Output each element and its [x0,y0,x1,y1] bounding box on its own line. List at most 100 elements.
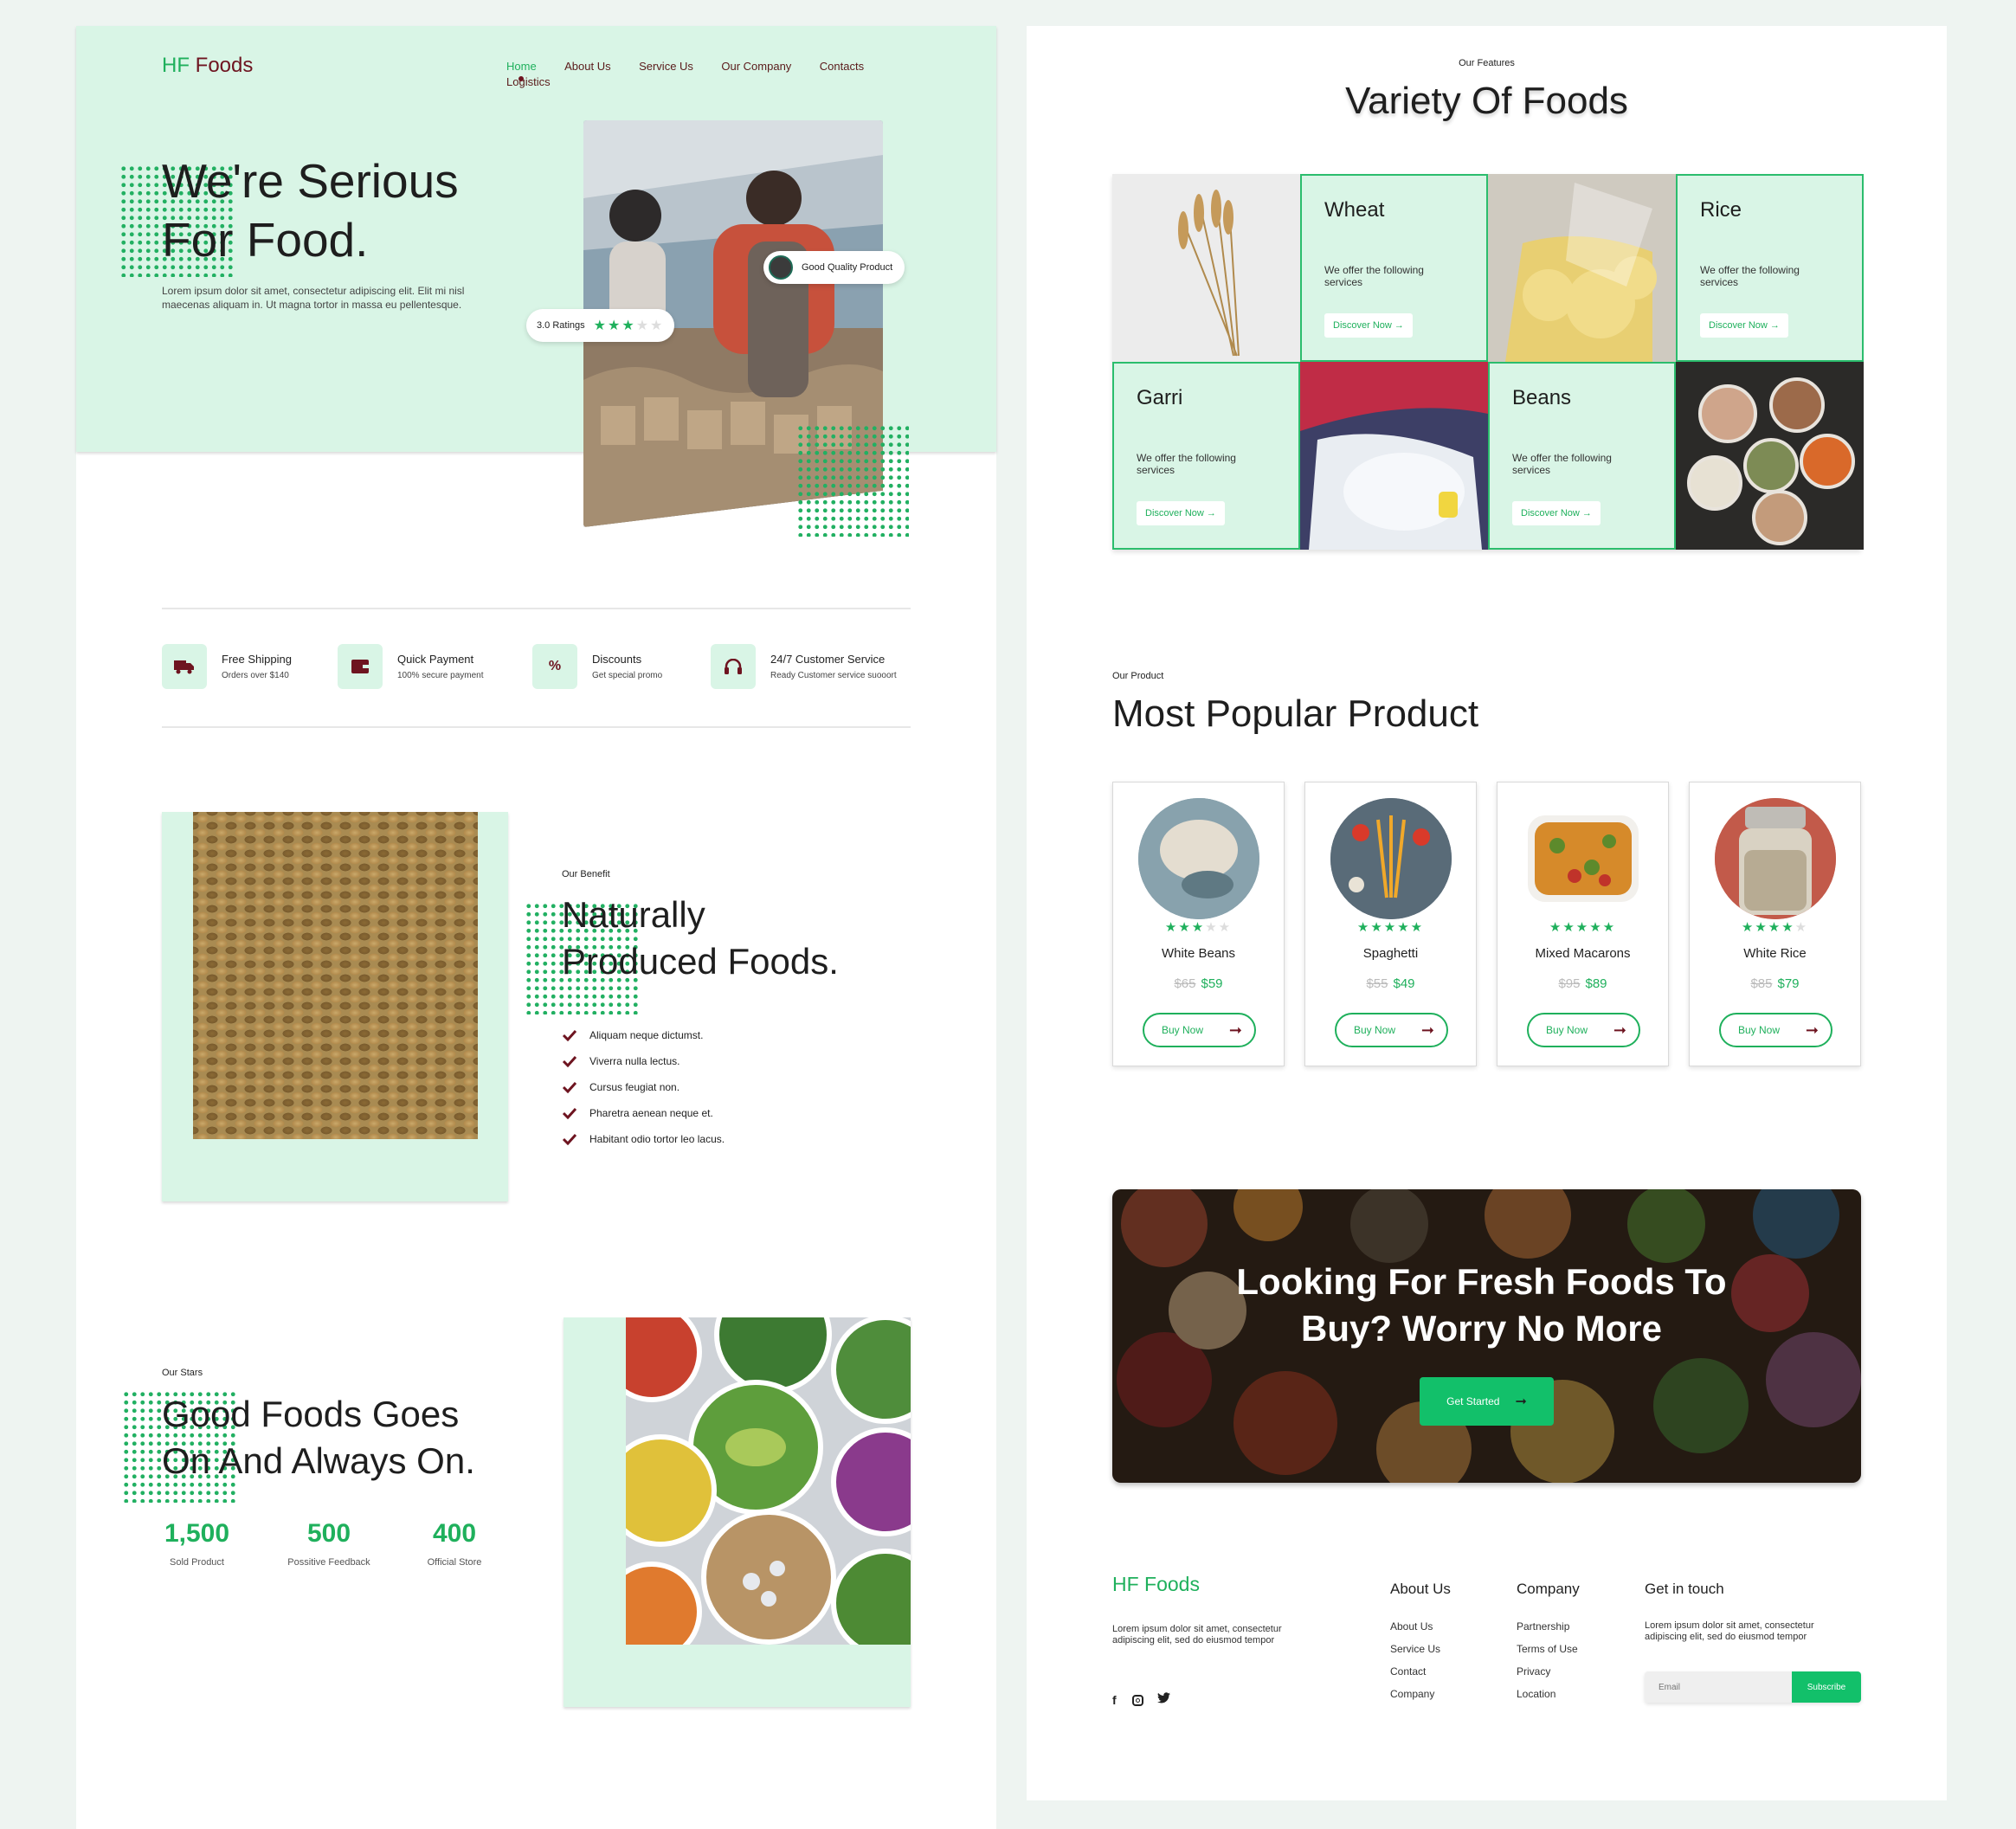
product-image-white-rice [1715,798,1836,919]
stars-title-line2: On And Always On. [162,1440,475,1481]
arrow-right-icon: → [1581,508,1592,518]
headphones-icon [711,644,756,689]
popular-title: Most Popular Product [1112,692,1479,735]
buy-now-button[interactable]: Buy Now ➞ [1335,1013,1448,1047]
benefit-title-line2: Produced Foods. [562,941,839,982]
footer-link[interactable]: Service Us [1390,1643,1451,1655]
feature-discounts: % Discounts Get special promo [532,644,662,689]
footer-link[interactable]: Privacy [1517,1665,1580,1678]
footer-link[interactable]: Contact [1390,1665,1451,1678]
stat-label: Official Store [427,1557,482,1568]
benefit-list: Aliquam neque dictumst. Viverra nulla le… [562,1022,725,1152]
get-started-button[interactable]: Get Started ➞ [1420,1377,1554,1426]
feature-payment: Quick Payment 100% secure payment [338,644,484,689]
newsletter-form: Subscribe [1645,1671,1861,1703]
cta-title-line2: Buy? Worry No More [1301,1308,1662,1349]
footer-link[interactable]: Company [1390,1688,1451,1700]
ratings-label: 3.0 Ratings [537,320,585,331]
logo[interactable]: HF Foods [162,54,253,78]
hero-title: We're Serious For Food. [162,151,459,269]
variety-card-desc: We offer the following services [1700,264,1800,288]
twitter-icon[interactable] [1156,1692,1170,1708]
nav-about[interactable]: About Us [564,60,610,73]
footer-brand[interactable]: HF Foods [1112,1573,1200,1596]
footer-touch-desc: Lorem ipsum dolor sit amet, consectetur … [1645,1620,1814,1642]
discover-now-button[interactable]: Discover Now → [1700,313,1788,338]
wheat-grains-image [193,812,478,1139]
stat-value: 400 [432,1519,477,1548]
buy-now-button[interactable]: Buy Now ➞ [1143,1013,1256,1047]
product-card: ★★★★★ White Beans $65 $59 Buy Now ➞ [1112,782,1285,1066]
product-image-white-beans [1138,798,1259,919]
nav-logistics[interactable]: Logistics [506,75,551,88]
footer-link[interactable]: Terms of Use [1517,1643,1580,1655]
logo-foods: Foods [195,54,254,77]
benefit-title-line1: Naturally [562,894,705,935]
arrow-right-icon: → [1769,320,1780,331]
social-links: f [1112,1692,1170,1708]
instagram-icon[interactable] [1131,1694,1143,1706]
ratings-badge: 3.0 Ratings ★★★★★ [526,309,675,342]
stat-store: 400 Official Store [407,1519,502,1568]
nav-contacts[interactable]: Contacts [820,60,864,73]
subscribe-button[interactable]: Subscribe [1792,1671,1861,1703]
check-icon [562,1081,577,1093]
arrow-right-icon: → [1394,320,1404,331]
footer-link[interactable]: About Us [1390,1620,1451,1633]
main-nav: Home About Us Service Us Our Company Con… [482,59,915,90]
beans-photo [1676,362,1864,550]
logo-hf: HF [162,54,190,77]
nav-home[interactable]: Home [506,60,537,73]
product-price: $65 $59 [1174,976,1223,991]
product-price: $85 $79 [1750,976,1800,991]
benefit-title: Naturally Produced Foods. [562,892,839,985]
stars-title: Good Foods Goes On And Always On. [162,1391,475,1484]
email-field[interactable] [1645,1671,1792,1703]
stars-title-line1: Good Foods Goes [162,1394,460,1434]
footer-heading: Get in touch [1645,1581,1724,1597]
nav-company[interactable]: Our Company [721,60,791,73]
list-item: Aliquam neque dictumst. [562,1022,725,1048]
variety-grid: Wheat We offer the following services Di… [1112,174,1864,550]
hero-title-line2: For Food. [162,213,369,267]
nav-active-dot [518,76,524,81]
variety-card-garri[interactable]: Garri We offer the following services Di… [1112,362,1300,550]
discover-now-button[interactable]: Discover Now → [1324,313,1413,338]
truck-icon [162,644,207,689]
feature-shipping: Free Shipping Orders over $140 [162,644,292,689]
check-icon [562,1055,577,1067]
discover-now-button[interactable]: Discover Now → [1512,501,1601,525]
footer-link[interactable]: Location [1517,1688,1580,1700]
variety-card-wheat[interactable]: Wheat We offer the following services Di… [1300,174,1488,362]
feature-title: Free Shipping [222,653,292,666]
arrow-right-icon: ➞ [1805,1021,1819,1039]
variety-card-title: Garri [1137,386,1183,409]
variety-card-title: Wheat [1324,198,1385,222]
feature-title: 24/7 Customer Service [770,653,886,666]
variety-card-rice[interactable]: Rice We offer the following services Dis… [1676,174,1864,362]
buy-now-button[interactable]: Buy Now ➞ [1719,1013,1832,1047]
variety-card-title: Rice [1700,198,1742,222]
product-price: $55 $49 [1366,976,1415,991]
variety-card-desc: We offer the following services [1324,264,1424,288]
nav-service[interactable]: Service Us [639,60,693,73]
stat-sold: 1,500 Sold Product [147,1519,247,1568]
quality-badge-label: Good Quality Product [802,262,893,273]
footer-heading: About Us [1390,1581,1451,1597]
product-name: White Beans [1161,946,1236,961]
wheat-photo [1112,174,1300,362]
product-card: ★★★★★ White Rice $85 $79 Buy Now ➞ [1689,782,1861,1066]
dot-pattern [796,424,909,537]
feature-title: Discounts [592,653,642,666]
check-icon [562,1029,577,1041]
variety-card-beans[interactable]: Beans We offer the following services Di… [1488,362,1676,550]
footer-touch: Get in touch Lorem ipsum dolor sit amet,… [1645,1581,1861,1643]
popular-eyebrow: Our Product [1112,671,1164,681]
footer-link[interactable]: Partnership [1517,1620,1580,1633]
discover-now-button[interactable]: Discover Now → [1137,501,1225,525]
stat-label: Sold Product [170,1557,224,1568]
buy-now-button[interactable]: Buy Now ➞ [1527,1013,1640,1047]
feature-title: Quick Payment [397,653,474,666]
facebook-icon[interactable]: f [1112,1693,1117,1707]
footer-about: About Us About Us Service Us Contact Com… [1390,1581,1451,1710]
